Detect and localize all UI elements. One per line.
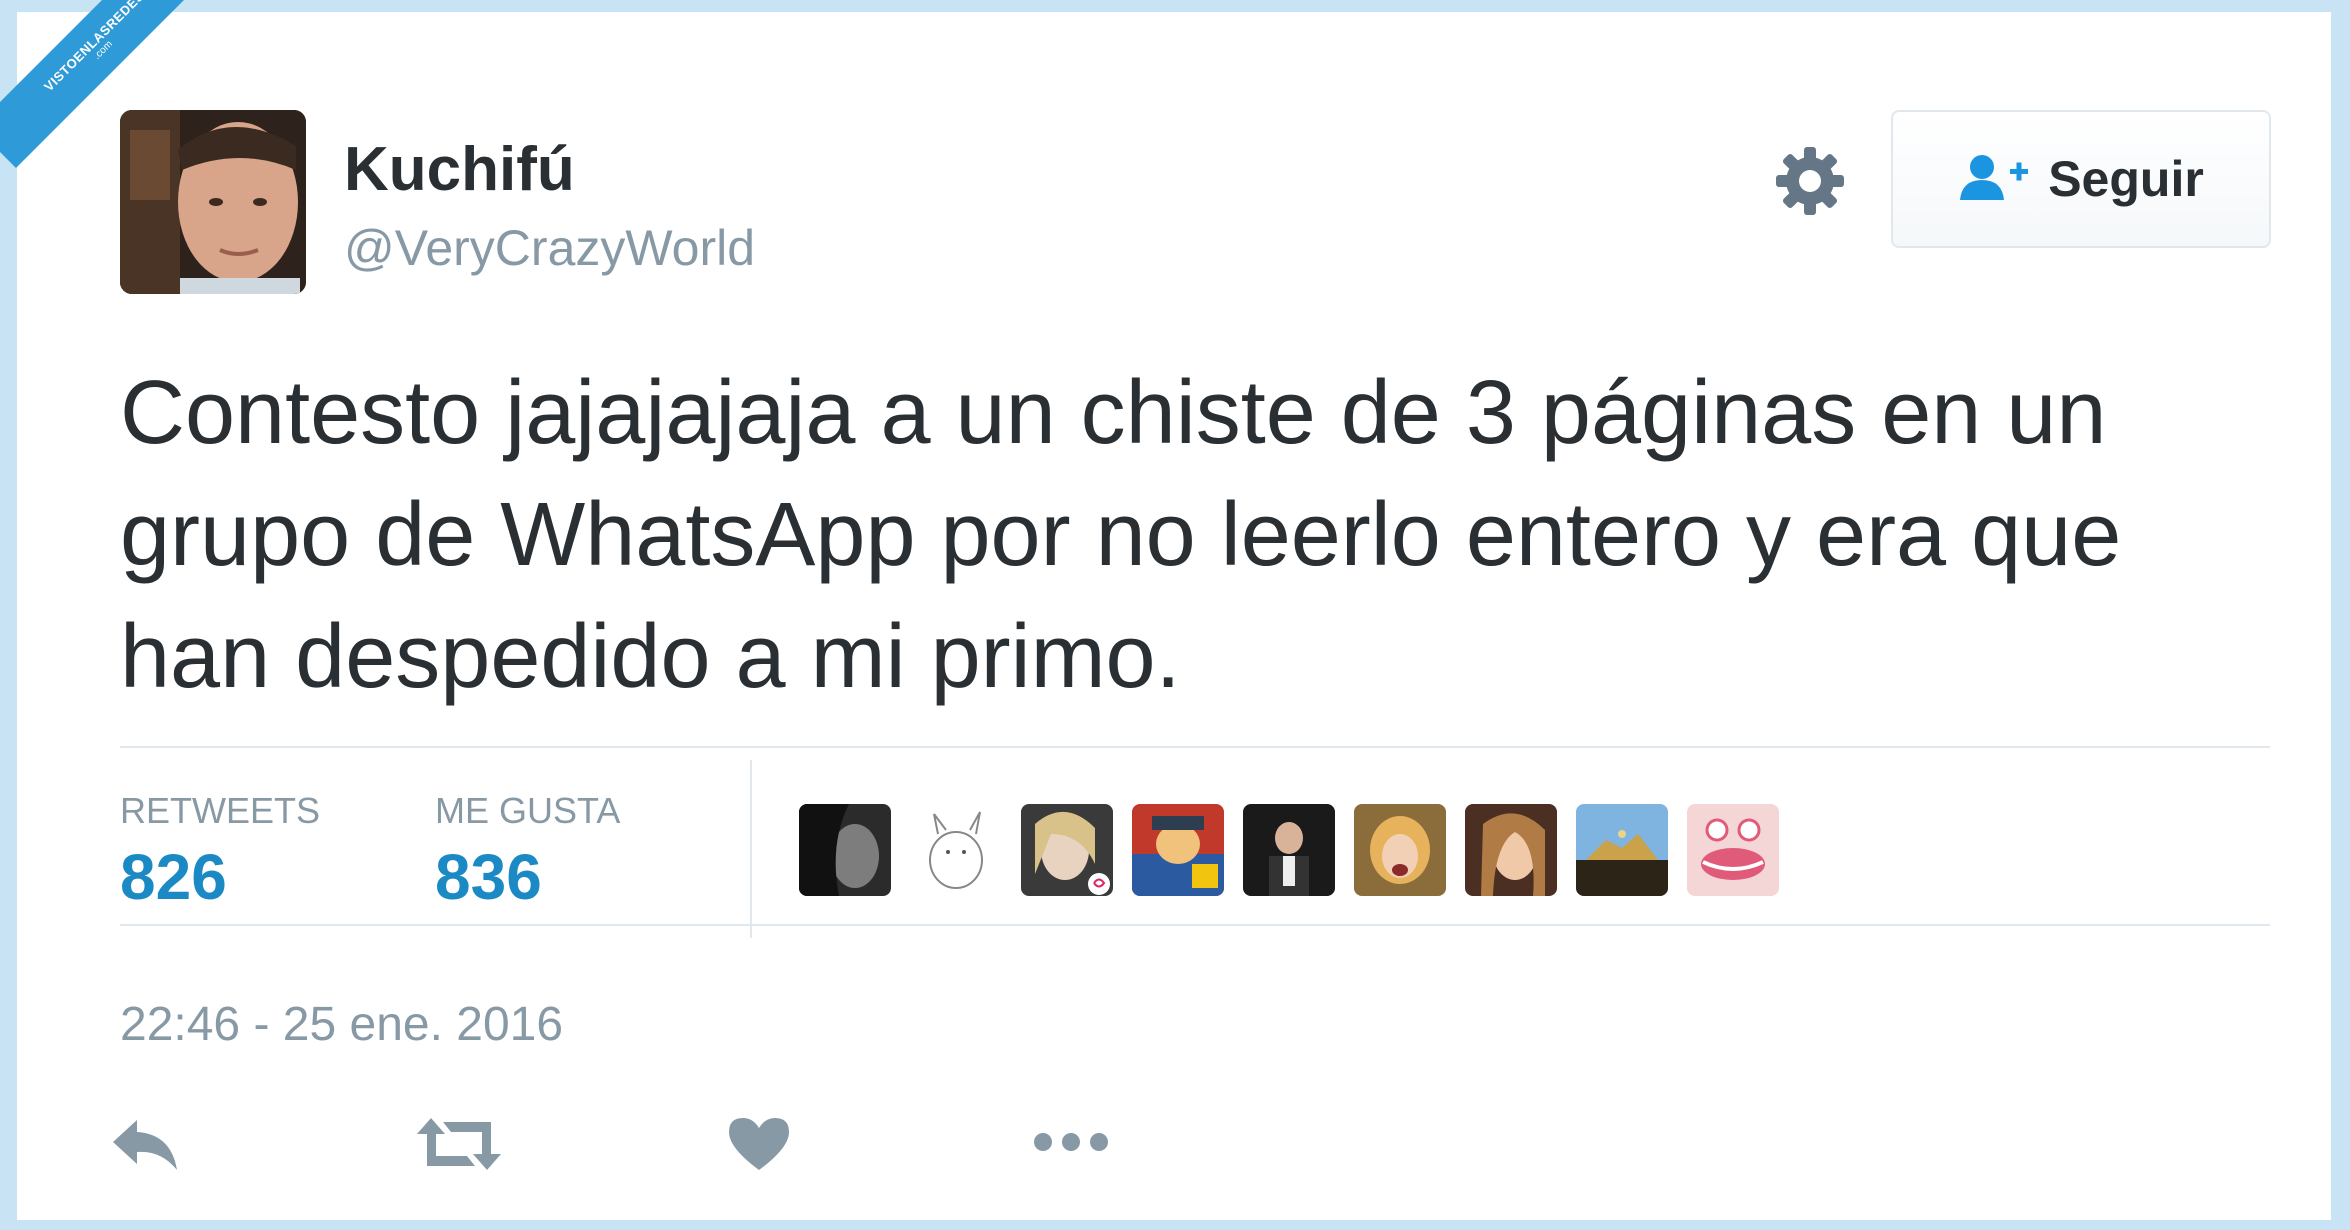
- tweet-card: VISTOENLASREDES .com Kuchifú @VeryCrazyW…: [0, 0, 2331, 1220]
- liker-avatar[interactable]: [1021, 804, 1113, 896]
- add-user-icon: [1958, 152, 2030, 207]
- follow-label: Seguir: [2048, 151, 2204, 207]
- reply-icon[interactable]: [109, 1114, 181, 1179]
- liker-avatar[interactable]: [799, 804, 891, 896]
- liker-avatar[interactable]: [1354, 804, 1446, 896]
- user-handle[interactable]: @VeryCrazyWorld: [344, 219, 755, 277]
- retweets-count[interactable]: 826: [120, 840, 227, 914]
- like-icon[interactable]: [727, 1114, 791, 1179]
- likes-label: ME GUSTA: [435, 790, 621, 831]
- retweet-icon[interactable]: [415, 1114, 503, 1179]
- likes-count[interactable]: 836: [435, 840, 542, 914]
- more-icon[interactable]: [1031, 1127, 1111, 1162]
- likers-avatars: [799, 804, 1779, 896]
- liker-avatar[interactable]: [1576, 804, 1668, 896]
- user-display-name[interactable]: Kuchifú: [344, 134, 575, 205]
- liker-avatar[interactable]: [1465, 804, 1557, 896]
- liker-avatar[interactable]: [910, 804, 1002, 896]
- retweets-label: RETWEETS: [120, 790, 321, 831]
- tweet-text: Contesto jajajajaja a un chiste de 3 pág…: [120, 363, 2122, 707]
- gear-icon[interactable]: [1772, 143, 1848, 219]
- liker-avatar[interactable]: [1132, 804, 1224, 896]
- liker-avatar[interactable]: [1243, 804, 1335, 896]
- tweet-timestamp[interactable]: 22:46 - 25 ene. 2016: [120, 997, 563, 1052]
- stats-divider: [750, 760, 752, 938]
- avatar[interactable]: [120, 110, 306, 294]
- divider: [120, 746, 2270, 748]
- follow-button[interactable]: Seguir: [1891, 110, 2271, 248]
- watermark-text: VISTOENLASREDES: [40, 0, 147, 94]
- liker-avatar[interactable]: [1687, 804, 1779, 896]
- divider: [120, 924, 2270, 926]
